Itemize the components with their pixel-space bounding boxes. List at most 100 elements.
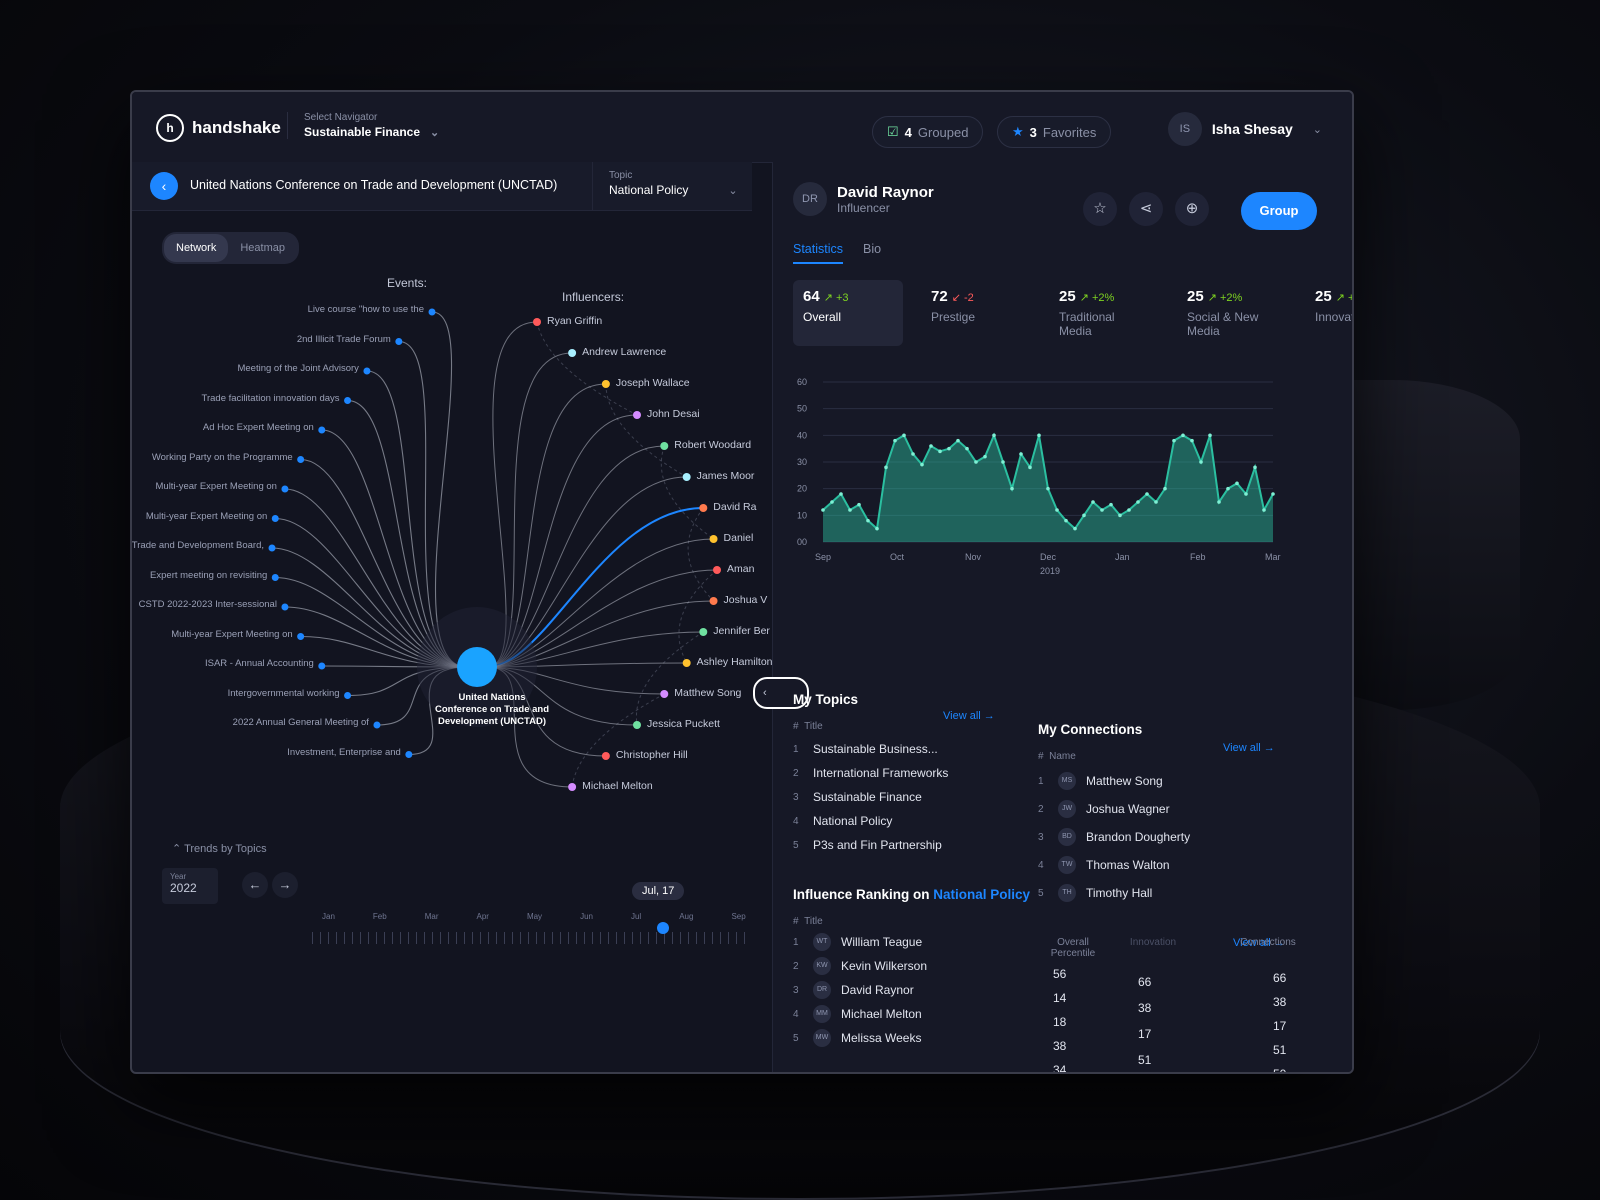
event-label[interactable]: Investment, Enterprise and <box>231 747 401 758</box>
favorite-button[interactable]: ☆ <box>1083 192 1117 226</box>
influencer-node[interactable] <box>568 349 577 357</box>
stat-card-2[interactable]: 25 ↗ +2% Traditional Media <box>1049 280 1159 346</box>
influencer-label[interactable]: Joshua V <box>724 594 768 606</box>
influencer-node[interactable] <box>633 721 642 729</box>
list-item[interactable]: 1 Sustainable Business... <box>793 742 1023 756</box>
influencer-node[interactable] <box>660 442 669 450</box>
influencer-node[interactable] <box>568 783 577 791</box>
stat-card-4[interactable]: 25↗ +2% Innovation <box>1305 280 1352 346</box>
event-label[interactable]: 2nd Illicit Trade Forum <box>221 334 391 345</box>
event-label[interactable]: Meeting of the Joint Advisory <box>189 363 358 374</box>
stat-card-0[interactable]: 64 ↗ +3 Overall <box>793 280 903 346</box>
influencer-label[interactable]: Christopher Hill <box>616 749 688 761</box>
influencer-node[interactable] <box>699 628 708 636</box>
event-label[interactable]: ISAR - Annual Accounting <box>144 658 314 669</box>
topic-select[interactable]: Topic National Policy ⌄ <box>592 162 752 210</box>
event-label[interactable]: 2022 Annual General Meeting of <box>199 717 369 728</box>
stat-card-1[interactable]: 72 ↙ -2 Prestige <box>921 280 1031 346</box>
event-node[interactable] <box>271 515 279 522</box>
brand-logo[interactable]: h handshake <box>156 114 281 142</box>
my-connections-view-all[interactable]: View all → <box>1223 742 1275 754</box>
influencer-label[interactable]: Matthew Song <box>674 687 741 699</box>
influencer-node[interactable] <box>533 318 541 326</box>
influencer-node[interactable] <box>709 535 718 543</box>
list-item[interactable]: 1 MS Matthew Song <box>1038 772 1298 790</box>
influencer-label[interactable]: Daniel <box>724 532 754 544</box>
event-node[interactable] <box>297 633 305 640</box>
event-node[interactable] <box>281 485 289 493</box>
event-label[interactable]: Expert meeting on revisiting <box>132 570 267 581</box>
influencer-label[interactable]: David Ra <box>713 501 756 513</box>
tab-network[interactable]: Network <box>164 234 229 262</box>
event-label[interactable]: Working Party on the Programme <box>132 452 293 463</box>
timeline-next-button[interactable]: → <box>272 872 298 898</box>
event-node[interactable] <box>344 692 352 699</box>
event-label[interactable]: Live course "how to use the <box>254 304 424 315</box>
event-node[interactable] <box>363 367 371 375</box>
influencer-node[interactable] <box>601 380 610 388</box>
event-label[interactable]: Trade facilitation innovation days <box>170 393 340 404</box>
tab-heatmap[interactable]: Heatmap <box>228 234 297 262</box>
event-node[interactable] <box>268 544 276 552</box>
event-label[interactable]: Multi-year Expert Meeting on <box>132 629 292 640</box>
influencer-node[interactable] <box>709 597 718 605</box>
list-item[interactable]: 4 TW Thomas Walton <box>1038 856 1298 874</box>
list-item[interactable]: 2 JW Joshua Wagner <box>1038 800 1298 818</box>
influencer-label[interactable]: Robert Woodard <box>674 439 751 451</box>
list-item[interactable]: 3 BD Brandon Dougherty <box>1038 828 1298 846</box>
event-label[interactable]: Trade and Development Board, <box>132 540 264 551</box>
event-node[interactable] <box>405 751 413 758</box>
list-item[interactable]: 2 International Frameworks <box>793 766 1023 780</box>
event-label[interactable]: Intergovernmental working <box>170 688 340 699</box>
group-button[interactable]: Group <box>1241 192 1317 230</box>
influencer-label[interactable]: James Moor <box>697 470 755 482</box>
event-node[interactable] <box>318 426 326 434</box>
influencer-node[interactable] <box>682 659 691 667</box>
add-button[interactable]: ⊕ <box>1175 192 1209 226</box>
share-button[interactable]: ⋖ <box>1129 192 1163 226</box>
navigator-select[interactable]: Select Navigator Sustainable Finance ⌄ <box>287 112 439 139</box>
tab-statistics[interactable]: Statistics <box>793 242 844 264</box>
event-node[interactable] <box>297 456 305 463</box>
event-node[interactable] <box>428 308 436 316</box>
event-label[interactable]: Ad Hoc Expert Meeting on <box>144 422 314 433</box>
influencer-node[interactable] <box>601 752 610 760</box>
back-button[interactable]: ‹ <box>150 172 178 200</box>
user-menu[interactable]: IS Isha Shesay ⌄ <box>1167 112 1322 146</box>
list-item[interactable]: 5 P3s and Fin Partnership <box>793 838 1023 852</box>
influencer-label[interactable]: Jennifer Ber <box>713 625 770 637</box>
influencer-label[interactable]: Joseph Wallace <box>616 377 690 389</box>
event-node[interactable] <box>318 662 326 670</box>
center-node[interactable] <box>457 647 497 687</box>
timeline-handle[interactable] <box>657 922 669 934</box>
tab-bio[interactable]: Bio <box>863 242 881 264</box>
event-node[interactable] <box>373 721 381 729</box>
favorites-button[interactable]: ★ 3 Favorites <box>997 116 1112 148</box>
event-node[interactable] <box>281 603 289 611</box>
influencer-label[interactable]: Aman <box>727 563 754 575</box>
event-label[interactable]: Multi-year Expert Meeting on <box>132 511 267 522</box>
event-label[interactable]: Multi-year Expert Meeting on <box>132 481 277 492</box>
timeline-title[interactable]: ⌃ Trends by Topics <box>172 842 267 855</box>
event-node[interactable] <box>344 397 352 404</box>
influencer-node[interactable] <box>699 504 708 512</box>
influencer-node[interactable] <box>713 566 721 574</box>
influencer-label[interactable]: Ryan Griffin <box>547 315 602 327</box>
my-topics-view-all[interactable]: View all → <box>943 710 995 722</box>
influencer-label[interactable]: Andrew Lawrence <box>582 346 666 358</box>
stat-card-3[interactable]: 25 ↗ +2% Social & New Media <box>1177 280 1287 346</box>
event-label[interactable]: CSTD 2022-2023 Inter-sessional <box>132 599 277 610</box>
grouped-button[interactable]: ☑ 4 Grouped <box>872 116 984 148</box>
event-node[interactable] <box>395 338 403 345</box>
influencer-node[interactable] <box>660 690 669 698</box>
influencer-label[interactable]: Michael Melton <box>582 780 653 792</box>
timeline-prev-button[interactable]: ← <box>242 872 268 898</box>
influencer-label[interactable]: Jessica Puckett <box>647 718 720 730</box>
year-select[interactable]: Year 2022 <box>162 868 218 904</box>
list-item[interactable]: 3 Sustainable Finance <box>793 790 1023 804</box>
influencer-label[interactable]: John Desai <box>647 408 700 420</box>
list-item[interactable]: 4 National Policy <box>793 814 1023 828</box>
influencer-node[interactable] <box>633 411 642 419</box>
event-node[interactable] <box>271 574 279 581</box>
influencer-label[interactable]: Ashley Hamilton <box>697 656 773 668</box>
